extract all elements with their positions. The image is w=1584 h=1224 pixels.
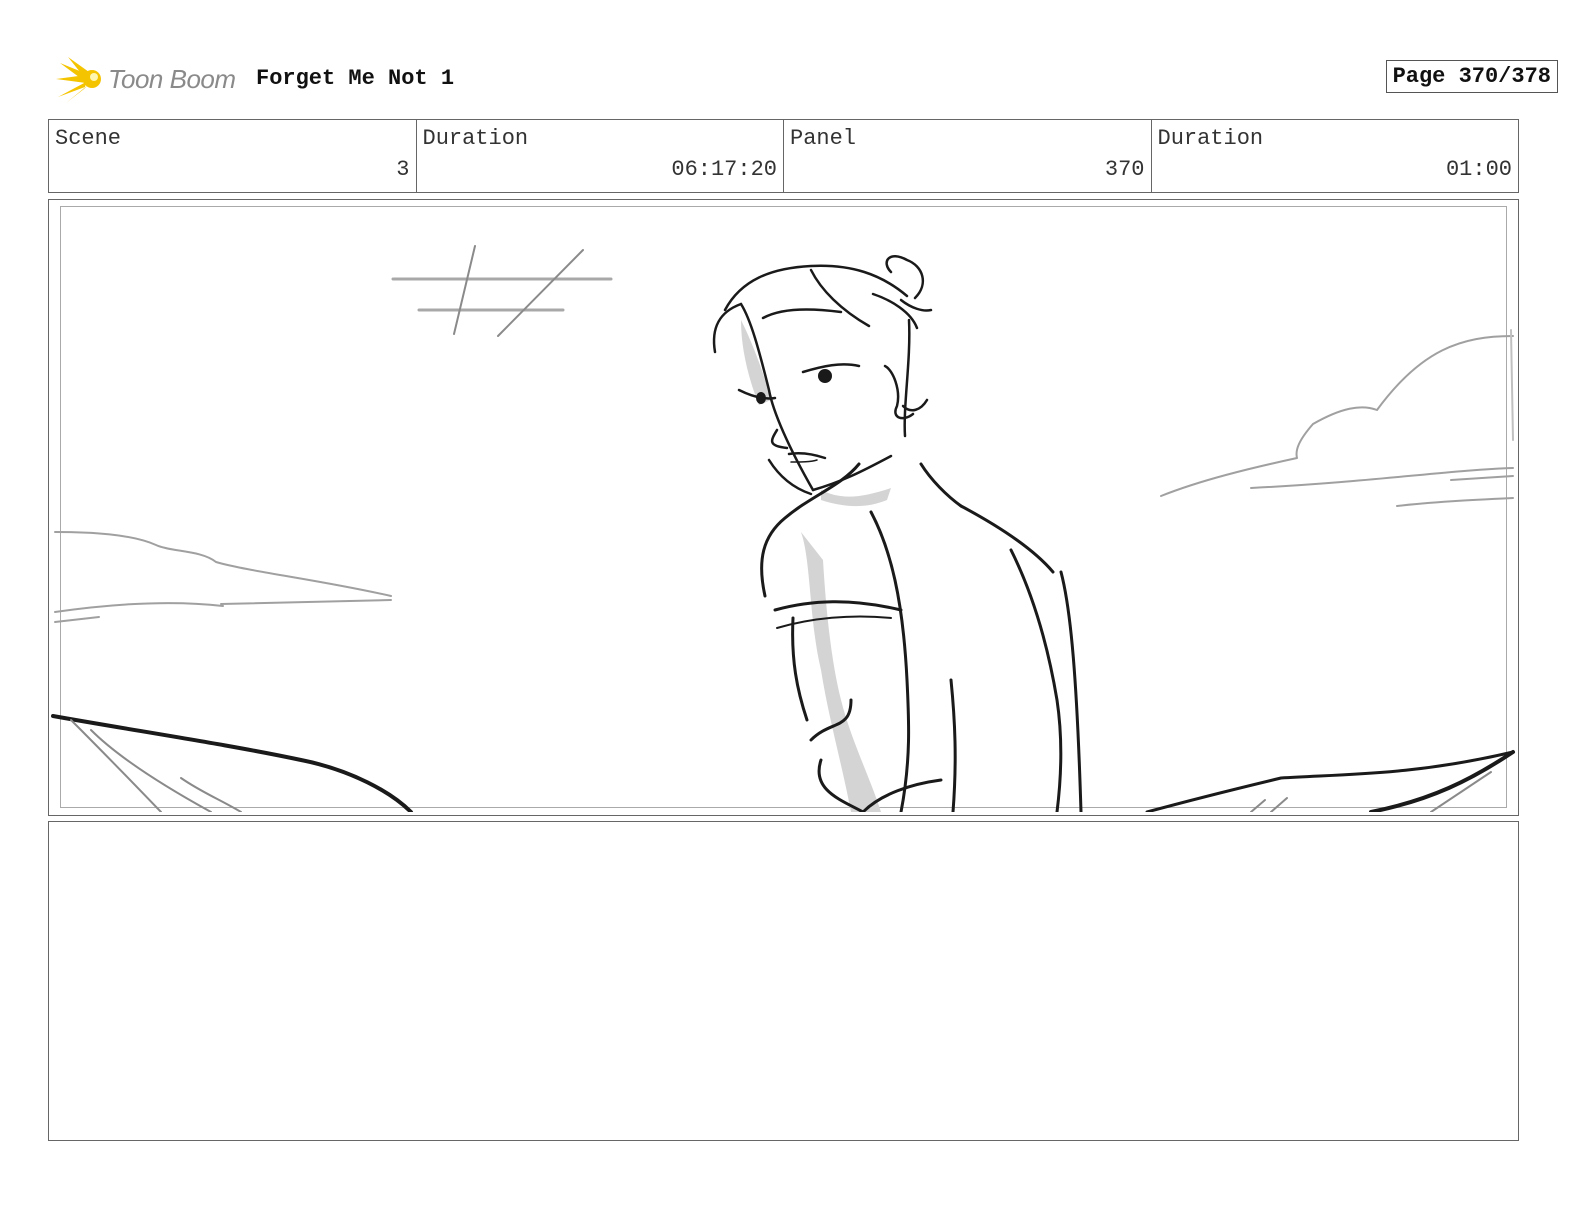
panel-duration-cell: Duration 01:00: [1152, 120, 1519, 192]
toon-boom-starburst-icon: [56, 57, 101, 103]
scene-duration-cell: Duration 06:17:20: [417, 120, 784, 192]
panel-duration-label: Duration: [1157, 126, 1264, 151]
panel-sketch: [51, 245, 1515, 812]
scene-duration-label: Duration: [422, 126, 529, 151]
page-header: Toon Boom Forget Me Not 1 Page 370/378: [48, 55, 1558, 105]
panel-cell: Panel 370: [784, 120, 1152, 192]
ground-hills: [51, 714, 1515, 812]
character-body: [760, 462, 1083, 812]
page-counter: Page 370/378: [1385, 60, 1558, 93]
right-clouds: [1160, 329, 1514, 507]
scene-info-table: Scene 3 Duration 06:17:20 Panel 370 Dura…: [48, 119, 1519, 193]
storyboard-panel: [48, 199, 1519, 816]
panel-notes-area: [48, 821, 1519, 1141]
scene-value: 3: [396, 157, 410, 182]
left-clouds: [54, 531, 392, 623]
toon-boom-logo: Toon Boom: [52, 55, 252, 105]
panel-label: Panel: [790, 126, 857, 151]
brand-name: Toon Boom: [108, 64, 236, 94]
panel-value: 370: [1104, 157, 1145, 182]
project-title: Forget Me Not 1: [256, 66, 455, 91]
scene-label: Scene: [55, 126, 122, 151]
sky-scratch-marks: [391, 245, 613, 337]
scene-duration-value: 06:17:20: [671, 157, 777, 182]
scene-cell: Scene 3: [49, 120, 417, 192]
panel-duration-value: 01:00: [1445, 157, 1512, 182]
